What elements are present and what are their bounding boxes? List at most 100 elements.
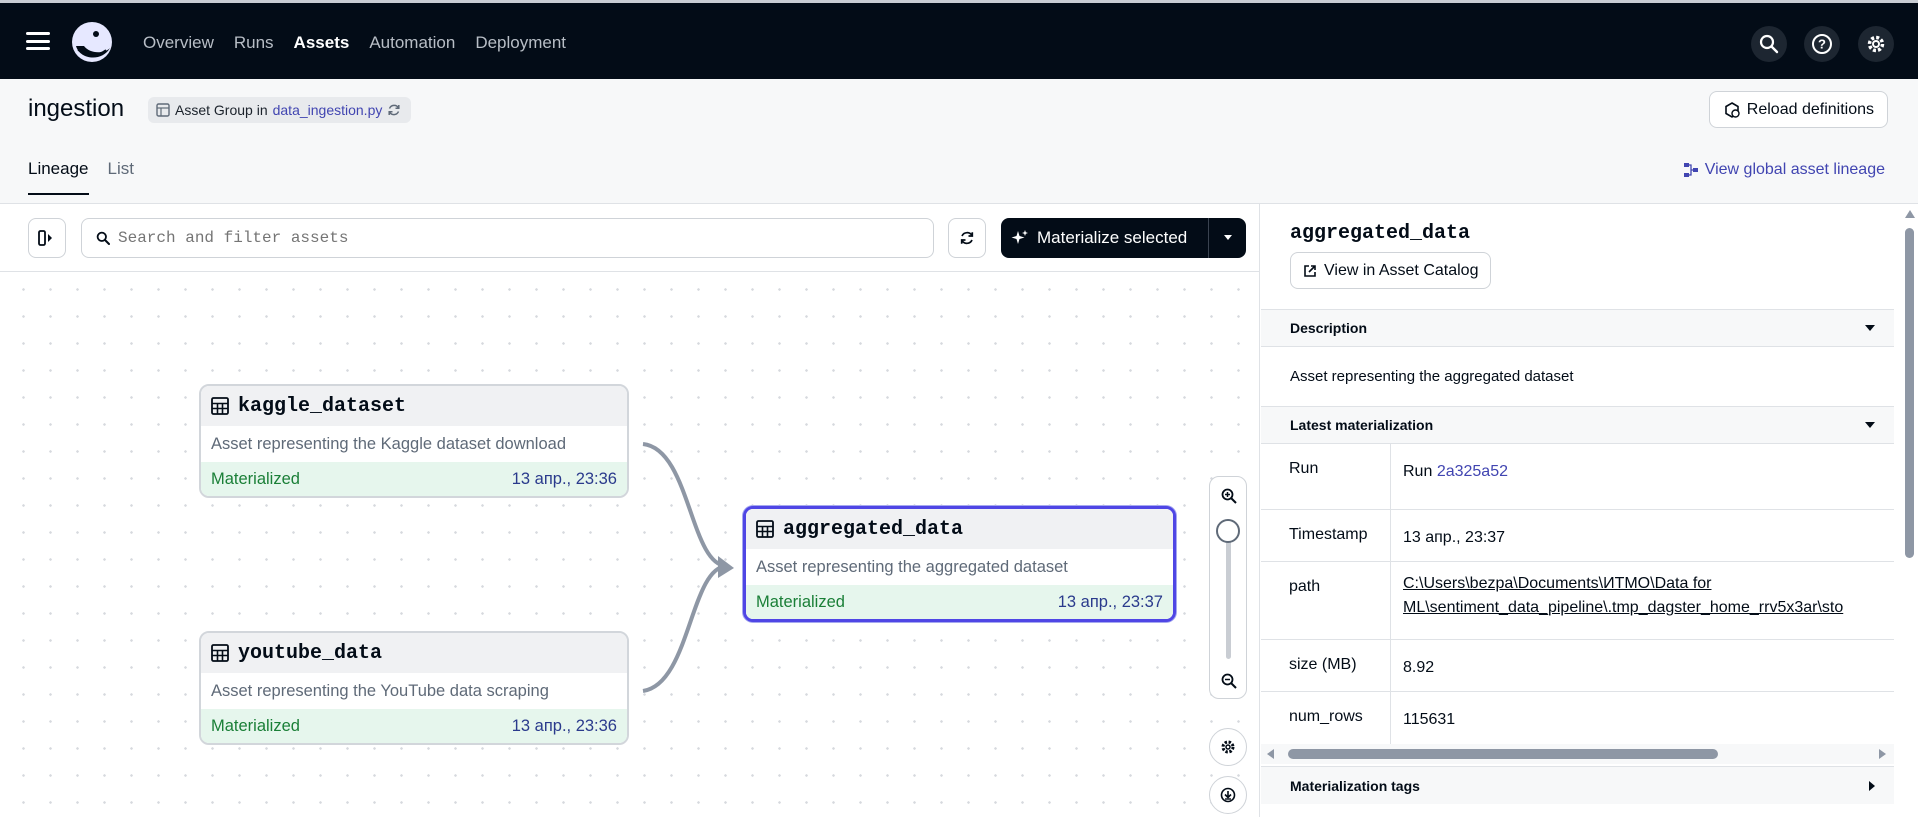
reload-icon — [1724, 101, 1740, 118]
section-title: Materialization tags — [1290, 777, 1420, 794]
scroll-right-icon[interactable] — [1878, 749, 1886, 759]
edge-arrowhead — [718, 556, 734, 578]
zoom-control — [1209, 476, 1247, 699]
row-key: Timestamp — [1289, 526, 1368, 543]
nav-runs[interactable]: Runs — [234, 33, 274, 53]
graph-settings-button[interactable] — [1209, 728, 1247, 766]
zoom-slider-handle[interactable] — [1216, 519, 1240, 543]
scroll-left-icon[interactable] — [1267, 749, 1275, 759]
asset-detail-panel: aggregated_data View in Asset Catalog De… — [1261, 204, 1918, 817]
metadata-row-path: path C:\Users\bezpa\Documents\ИТМО\Data … — [1261, 562, 1894, 640]
node-status-row: Materialized 13 апр., 23:36 — [201, 709, 627, 743]
row-value: 8.92 — [1403, 659, 1435, 676]
code-location-link[interactable]: data_ingestion.py — [273, 102, 383, 118]
lineage-canvas[interactable]: Materialize selected kaggle_dataset Asse… — [0, 204, 1260, 817]
node-name: aggregated_data — [783, 517, 964, 541]
page-title: ingestion — [28, 95, 125, 122]
page-header: ingestion Asset Group in data_ingestion.… — [0, 79, 1918, 204]
catalog-label: View in Asset Catalog — [1324, 261, 1479, 279]
reload-definitions-button[interactable]: Reload definitions — [1708, 91, 1888, 128]
dagster-logo[interactable] — [68, 20, 116, 64]
row-key: num_rows — [1289, 708, 1363, 725]
chip-prefix: Asset Group in — [175, 102, 268, 118]
node-status: Materialized — [211, 469, 300, 488]
vertical-scrollbar[interactable] — [1901, 204, 1918, 817]
path-line-1[interactable]: C:\Users\bezpa\Documents\ИТМО\Data for — [1403, 575, 1711, 592]
gear-icon — [1867, 35, 1885, 53]
table-icon — [211, 397, 229, 415]
table-icon — [756, 520, 774, 538]
global-lineage-label: View global asset lineage — [1704, 161, 1885, 178]
refresh-icon[interactable] — [387, 103, 401, 117]
node-status-row: Materialized 13 апр., 23:36 — [201, 462, 627, 496]
run-prefix: Run — [1403, 463, 1433, 480]
top-navigation-bar: Overview Runs Assets Automation Deployme… — [0, 0, 1918, 79]
view-tabs: Lineage List — [28, 159, 134, 195]
view-in-catalog-button[interactable]: View in Asset Catalog — [1290, 252, 1492, 289]
node-timestamp[interactable]: 13 апр., 23:36 — [512, 470, 617, 489]
nav-assets[interactable]: Assets — [294, 33, 350, 53]
row-key: size (MB) — [1289, 656, 1357, 673]
node-description: Asset representing the YouTube data scra… — [211, 681, 549, 700]
row-key: Run — [1289, 460, 1319, 477]
zoom-out-icon[interactable] — [1221, 673, 1237, 689]
node-header: kaggle_dataset — [201, 386, 627, 426]
edge-youtube-to-aggregated — [642, 564, 727, 693]
materialization-tags-header[interactable]: Materialization tags — [1261, 766, 1894, 804]
scroll-up-icon[interactable] — [1905, 210, 1915, 218]
tab-list[interactable]: List — [108, 159, 134, 195]
node-status: Materialized — [756, 592, 845, 611]
asset-node-kaggle-dataset[interactable]: kaggle_dataset Asset representing the Ka… — [199, 384, 629, 498]
search-icon — [1759, 34, 1779, 54]
chevron-right-icon — [1869, 780, 1875, 791]
download-graph-button[interactable] — [1209, 776, 1247, 814]
row-key: path — [1289, 578, 1321, 595]
table-icon — [211, 644, 229, 662]
svg-text:?: ? — [1818, 37, 1826, 52]
latest-materialization-header[interactable]: Latest materialization — [1261, 406, 1894, 444]
asset-node-aggregated-data[interactable]: aggregated_data Asset representing the a… — [743, 506, 1176, 622]
horizontal-scroll-thumb[interactable] — [1288, 749, 1718, 759]
node-name: youtube_data — [238, 641, 383, 665]
nav-automation[interactable]: Automation — [369, 33, 455, 53]
download-icon — [1220, 787, 1236, 803]
nav-deployment[interactable]: Deployment — [475, 33, 566, 53]
section-title: Latest materialization — [1290, 417, 1434, 433]
description-section-header[interactable]: Description — [1261, 309, 1894, 347]
path-line-2[interactable]: ML\sentiment_data_pipeline\.tmp_dagster_… — [1403, 599, 1843, 616]
help-button[interactable]: ? — [1804, 26, 1840, 62]
settings-button[interactable] — [1858, 26, 1894, 62]
metadata-row-size: size (MB) 8.92 — [1261, 640, 1894, 692]
zoom-in-icon[interactable] — [1221, 488, 1237, 504]
view-global-lineage-link[interactable]: View global asset lineage — [1683, 161, 1885, 179]
node-timestamp[interactable]: 13 апр., 23:37 — [1058, 593, 1163, 612]
run-id-link[interactable]: 2a325a52 — [1437, 463, 1508, 480]
external-link-icon — [1304, 264, 1316, 277]
gear-icon — [1221, 740, 1235, 754]
horizontal-scrollbar[interactable] — [1261, 744, 1894, 764]
main-nav: Overview Runs Assets Automation Deployme… — [143, 33, 566, 53]
nav-overview[interactable]: Overview — [143, 33, 214, 53]
node-header: youtube_data — [201, 633, 627, 673]
node-timestamp[interactable]: 13 апр., 23:36 — [512, 717, 617, 736]
node-name: kaggle_dataset — [238, 394, 407, 418]
row-value: 115631 — [1403, 711, 1456, 728]
section-title: Description — [1290, 320, 1368, 336]
node-status: Materialized — [211, 716, 300, 735]
lineage-icon — [1683, 163, 1698, 177]
vertical-scroll-thumb[interactable] — [1905, 228, 1914, 558]
asset-group-chip: Asset Group in data_ingestion.py — [148, 97, 412, 123]
panel-title: aggregated_data — [1290, 222, 1471, 245]
row-value: 13 апр., 23:37 — [1403, 529, 1506, 546]
metadata-row-timestamp: Timestamp 13 апр., 23:37 — [1261, 510, 1894, 562]
chevron-down-icon — [1865, 422, 1875, 428]
node-status-row: Materialized 13 апр., 23:37 — [746, 585, 1173, 619]
search-button[interactable] — [1751, 26, 1787, 62]
tab-lineage[interactable]: Lineage — [28, 159, 89, 195]
metadata-row-run: Run Run 2a325a52 — [1261, 444, 1894, 510]
menu-icon[interactable] — [26, 32, 50, 50]
asset-node-youtube-data[interactable]: youtube_data Asset representing the YouT… — [199, 631, 629, 745]
node-description: Asset representing the Kaggle dataset do… — [211, 434, 566, 453]
path-link[interactable]: C:\Users\bezpa\Documents\ИТМО\Data for M… — [1403, 572, 1843, 620]
node-description: Asset representing the aggregated datase… — [756, 557, 1068, 576]
